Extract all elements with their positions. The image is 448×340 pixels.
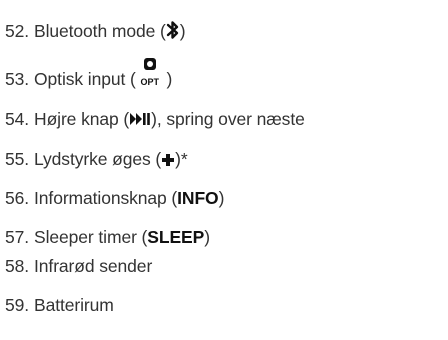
item-text-after: ) (179, 21, 186, 41)
item-number: 56. (5, 188, 30, 208)
optical-input-label: OPT (140, 77, 159, 87)
item-text: Optisk input ( (34, 69, 136, 89)
item-text: Højre knap ( (34, 109, 130, 129)
item-text-after: ) (218, 188, 225, 208)
info-button-label: INFO (177, 188, 219, 208)
sleep-button-label: SLEEP (147, 227, 205, 247)
item-text: Sleeper timer ( (34, 227, 148, 247)
item-text-after: ) (204, 227, 210, 247)
item-number: 54. (5, 109, 30, 129)
item-text: Infrarød sender (34, 256, 153, 276)
plus-icon (161, 152, 175, 172)
item-text-after: ) (161, 69, 173, 89)
play-pause-skip-icon (129, 110, 151, 132)
list-item-56: 56. Informationsknap (INFO) (5, 188, 224, 208)
list-item-53: 53. Optisk input ( OPT ) (5, 58, 173, 89)
item-number: 55. (5, 149, 30, 169)
bluetooth-icon (166, 20, 180, 44)
item-number: 52. (5, 21, 30, 41)
item-text: Informationsknap ( (34, 188, 178, 208)
item-text: Lydstyrke øges ( (34, 149, 162, 169)
item-number: 59. (5, 295, 30, 315)
item-text: Batterirum (34, 295, 114, 315)
list-item-55: 55. Lydstyrke øges ( )* (5, 149, 188, 172)
item-text-after: )* (175, 149, 188, 169)
list-item-54: 54. Højre knap ( ), spring over næste (5, 109, 305, 132)
item-number: 57. (5, 227, 30, 247)
item-text: Bluetooth mode ( (34, 21, 166, 41)
item-number: 53. (5, 69, 30, 89)
optical-input-icon: OPT (138, 58, 162, 87)
list-item-59: 59. Batterirum (5, 295, 114, 315)
item-text-after: ), spring over næste (151, 109, 305, 129)
list-item-57: 57. Sleeper timer (SLEEP) (5, 227, 210, 247)
list-item-52: 52. Bluetooth mode () (5, 20, 186, 44)
item-number: 58. (5, 256, 30, 276)
list-item-58: 58. Infrarød sender (5, 256, 152, 276)
